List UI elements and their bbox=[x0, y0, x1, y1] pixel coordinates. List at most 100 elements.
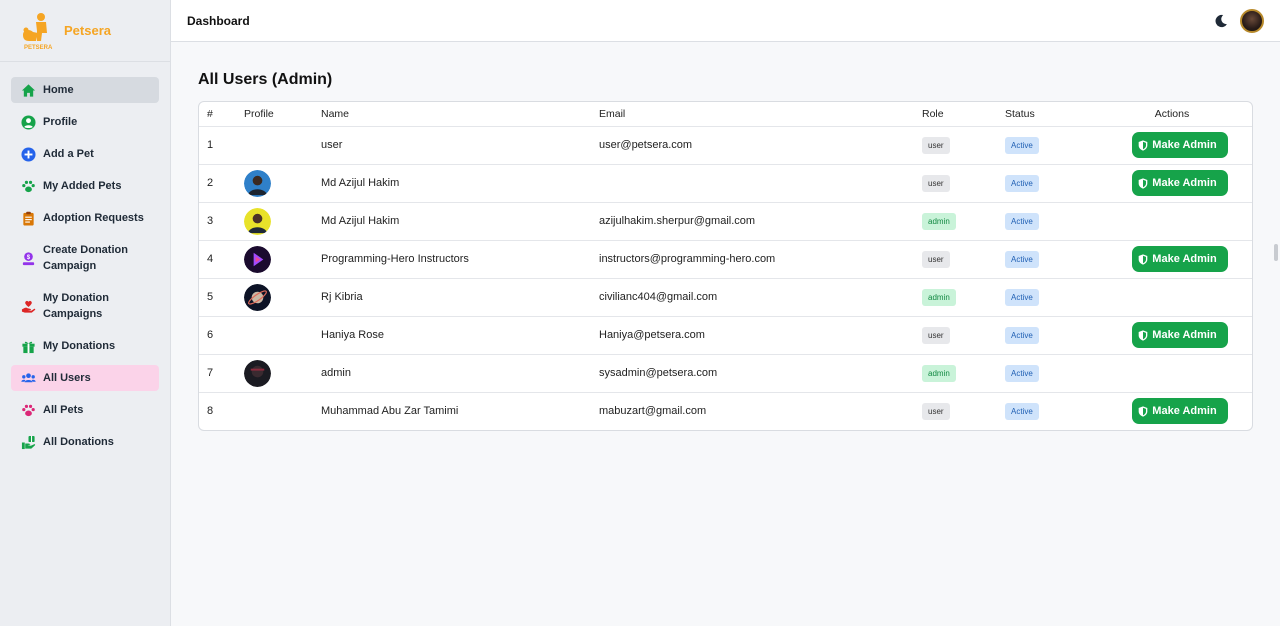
sidebar-item-my-donations[interactable]: My Donations bbox=[11, 333, 159, 359]
user-name: Programming-Hero Instructors bbox=[321, 240, 599, 279]
role-badge: admin bbox=[922, 364, 956, 382]
make-admin-button[interactable]: Make Admin bbox=[1132, 246, 1228, 272]
header-status: Status bbox=[1005, 102, 1092, 127]
gift-icon bbox=[21, 339, 36, 354]
row-number: 1 bbox=[199, 126, 244, 165]
row-number: 7 bbox=[199, 354, 244, 393]
row-number: 6 bbox=[199, 316, 244, 355]
paw-icon bbox=[21, 403, 36, 418]
users-table-container: # Profile Name Email Role Status Actions… bbox=[198, 101, 1253, 431]
actions-cell bbox=[1092, 202, 1252, 241]
status-cell: Active bbox=[1005, 354, 1092, 393]
status-badge: Active bbox=[1005, 174, 1039, 192]
page-title: All Users (Admin) bbox=[198, 71, 333, 88]
actions-cell bbox=[1092, 278, 1252, 317]
sidebar-item-label: All Donations bbox=[43, 436, 114, 448]
users-icon bbox=[21, 371, 36, 386]
sidebar-item-adoption-requests[interactable]: Adoption Requests bbox=[11, 205, 159, 231]
hand-heart-icon bbox=[21, 299, 36, 314]
header-name: Name bbox=[321, 102, 599, 127]
plus-circle-icon bbox=[21, 146, 36, 162]
header-actions bbox=[1214, 8, 1264, 33]
profile-cell bbox=[244, 392, 321, 430]
make-admin-button[interactable]: Make Admin bbox=[1132, 398, 1228, 425]
table-header-row: # Profile Name Email Role Status Actions bbox=[199, 102, 1252, 127]
status-badge: Active bbox=[1005, 364, 1039, 382]
role-badge: admin bbox=[922, 288, 956, 306]
scrollbar-thumb[interactable] bbox=[1274, 244, 1278, 261]
sidebar-item-add-pet[interactable]: Add a Pet bbox=[11, 141, 159, 167]
row-number: 5 bbox=[199, 278, 244, 317]
sidebar-item-my-added-pets[interactable]: My Added Pets bbox=[11, 173, 159, 199]
profile-cell bbox=[244, 354, 321, 393]
make-admin-label: Make Admin bbox=[1152, 405, 1217, 418]
profile-cell bbox=[244, 164, 321, 203]
moon-icon[interactable] bbox=[1214, 14, 1228, 28]
header-actions: Actions bbox=[1092, 102, 1252, 127]
header-profile: Profile bbox=[244, 102, 321, 127]
row-number: 2 bbox=[199, 164, 244, 203]
sidebar-item-label: My Donations bbox=[43, 340, 116, 352]
make-admin-label: Make Admin bbox=[1152, 253, 1217, 265]
user-email: azijulhakim.sherpur@gmail.com bbox=[599, 202, 922, 241]
user-email bbox=[599, 164, 922, 203]
sidebar-item-label: Profile bbox=[43, 116, 78, 128]
svg-text:PETSERA: PETSERA bbox=[24, 45, 53, 51]
sidebar-item-my-donation-campaigns[interactable]: My Donation Campaigns bbox=[11, 285, 159, 327]
status-badge: Active bbox=[1005, 250, 1039, 268]
sidebar-item-all-pets[interactable]: All Pets bbox=[11, 397, 159, 423]
make-admin-button[interactable]: Make Admin bbox=[1132, 132, 1228, 158]
role-cell: user bbox=[922, 164, 1005, 203]
status-cell: Active bbox=[1005, 164, 1092, 203]
actions-cell: Make Admin bbox=[1092, 126, 1252, 165]
make-admin-label: Make Admin bbox=[1152, 177, 1217, 189]
make-admin-label: Make Admin bbox=[1152, 329, 1217, 341]
status-badge: Active bbox=[1005, 402, 1039, 420]
sidebar-nav: Home Profile Add a Pet My Added Pets Ado… bbox=[0, 62, 170, 455]
table-row: 8 Muhammad Abu Zar Tamimi mabuzart@gmail.c… bbox=[199, 392, 1252, 430]
user-name: user bbox=[321, 126, 599, 165]
profile-cell bbox=[244, 240, 321, 279]
role-cell: user bbox=[922, 240, 1005, 279]
row-number: 3 bbox=[199, 202, 244, 241]
make-admin-button[interactable]: Make Admin bbox=[1132, 170, 1228, 196]
shield-icon bbox=[1138, 253, 1148, 265]
users-table: # Profile Name Email Role Status Actions… bbox=[199, 102, 1252, 430]
actions-cell bbox=[1092, 354, 1252, 393]
status-cell: Active bbox=[1005, 316, 1092, 355]
sidebar-item-profile[interactable]: Profile bbox=[11, 109, 159, 135]
user-name: Muhammad Abu Zar Tamimi bbox=[321, 405, 459, 418]
brand-name: Petsera bbox=[64, 23, 111, 38]
header-num: # bbox=[199, 102, 244, 127]
user-name: Rj Kibria bbox=[321, 278, 599, 317]
user-email: user@petsera.com bbox=[599, 126, 922, 165]
make-admin-button[interactable]: Make Admin bbox=[1132, 322, 1228, 348]
sidebar-item-all-donations[interactable]: All Donations bbox=[11, 429, 159, 455]
role-badge: user bbox=[922, 402, 950, 420]
profile-avatar bbox=[244, 359, 321, 387]
actions-cell: Make Admin bbox=[1092, 316, 1252, 355]
row-number: 4 bbox=[199, 240, 244, 279]
user-avatar[interactable] bbox=[1240, 8, 1264, 33]
sidebar-item-label: Home bbox=[43, 84, 74, 96]
user-name: admin bbox=[321, 354, 599, 393]
paw-icon bbox=[21, 179, 36, 194]
hand-holding-icon bbox=[21, 435, 36, 450]
clipboard-icon bbox=[21, 211, 36, 226]
sidebar-item-label: Adoption Requests bbox=[43, 212, 144, 224]
sidebar-item-label: My Donation Campaigns bbox=[43, 292, 109, 320]
shield-icon bbox=[1138, 177, 1148, 189]
sidebar-item-create-donation-campaign[interactable]: $ Create Donation Campaign bbox=[11, 237, 159, 279]
table-row: 4 Programming-Hero Instructors instructors… bbox=[199, 240, 1252, 279]
header-role: Role bbox=[922, 102, 1005, 127]
actions-cell: Make Admin bbox=[1092, 392, 1252, 430]
page-header-title: Dashboard bbox=[187, 13, 250, 28]
table-row: 2 Md Azijul Hakim user Active Make Admin bbox=[199, 164, 1252, 203]
status-badge: Active bbox=[1005, 212, 1039, 230]
profile-cell bbox=[244, 278, 321, 317]
row-number: 8 bbox=[207, 405, 214, 418]
sidebar-item-home[interactable]: Home bbox=[11, 77, 159, 103]
user-email: mabuzart@gmail.com bbox=[599, 405, 707, 418]
brand[interactable]: PETSERA Petsera bbox=[0, 0, 170, 62]
sidebar-item-all-users[interactable]: All Users bbox=[11, 365, 159, 391]
